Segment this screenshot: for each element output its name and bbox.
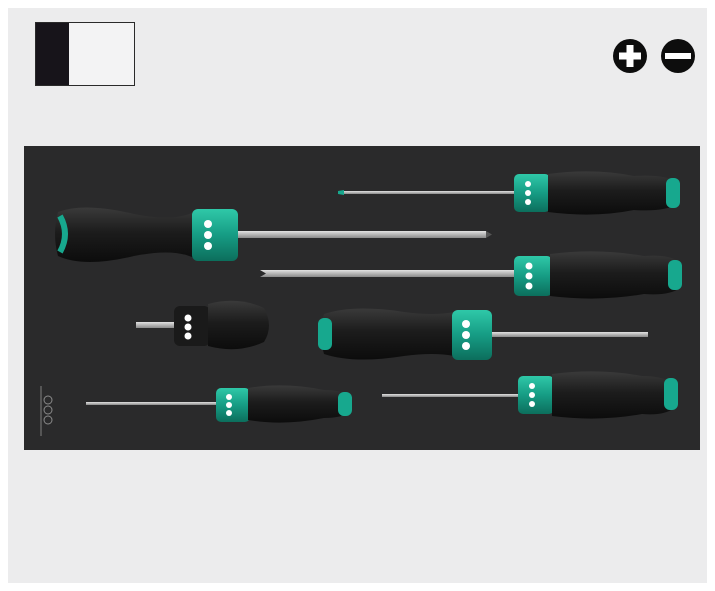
color-swatch: [35, 22, 135, 86]
handle-collar: [514, 174, 550, 212]
handle-collar: [216, 388, 250, 422]
handle: [321, 308, 454, 360]
foam-tray: [24, 146, 700, 450]
handle-collar: [518, 376, 554, 414]
blade: [86, 402, 220, 405]
tip-type-icons: [613, 39, 695, 73]
handle: [248, 385, 350, 423]
phillips-icon: [613, 39, 647, 73]
blade: [382, 394, 522, 397]
blade: [488, 332, 648, 337]
handle-collar: [514, 256, 552, 296]
handle: [552, 371, 674, 419]
handle-collar: [452, 310, 492, 360]
handle: [208, 300, 269, 350]
handle: [548, 171, 678, 215]
blade: [260, 270, 518, 277]
handle-collar: [192, 209, 238, 261]
blade: [236, 231, 486, 238]
slotted-icon: [661, 39, 695, 73]
blade: [338, 191, 518, 194]
handle-collar: [174, 306, 210, 346]
color-swatch-dark: [36, 23, 69, 85]
handle: [550, 251, 680, 299]
